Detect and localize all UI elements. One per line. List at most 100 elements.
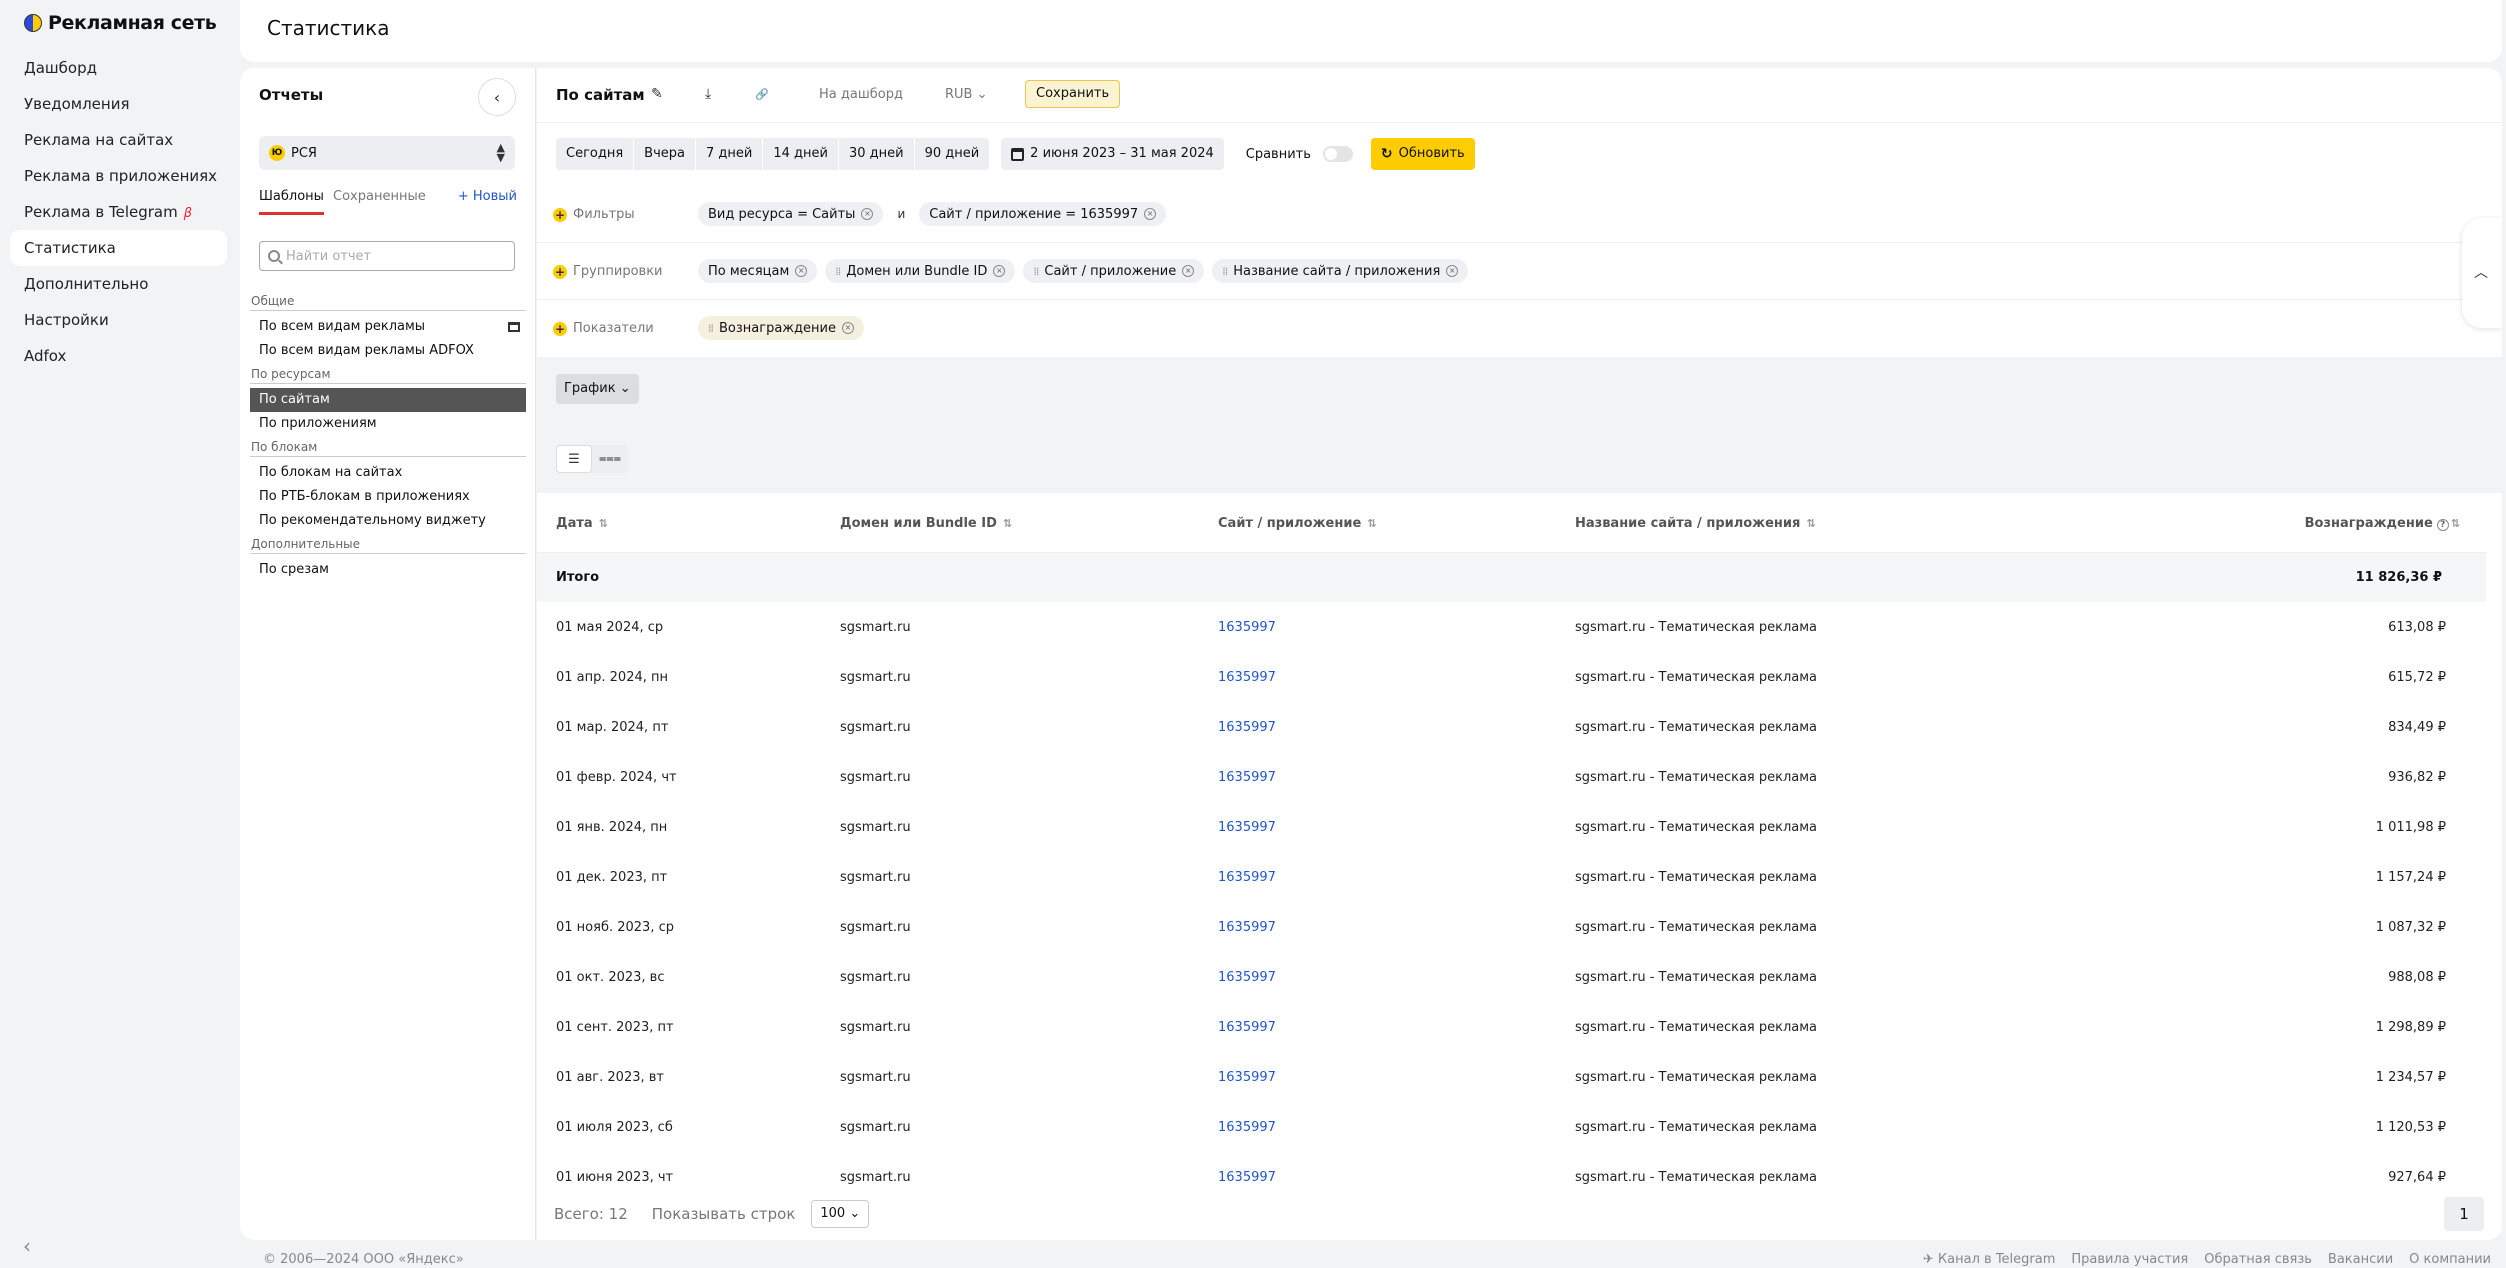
report-item[interactable]: По всем видам рекламы ADFOX xyxy=(250,339,526,363)
add-filter-button[interactable]: + Фильтры xyxy=(553,207,635,222)
footer-link-rules[interactable]: Правила участия xyxy=(2071,1252,2188,1267)
chart-type-select[interactable]: График ⌄ xyxy=(556,374,639,404)
remove-icon[interactable]: × xyxy=(1446,265,1459,277)
sort-icon[interactable]: ⇅ xyxy=(1367,517,1376,530)
remove-icon[interactable]: × xyxy=(1144,208,1157,220)
report-item[interactable]: По срезам xyxy=(250,558,526,582)
nav-item-statistics[interactable]: Статистика xyxy=(10,230,227,266)
nav-item-dashboard[interactable]: Дашборд xyxy=(10,50,227,86)
metric-chip[interactable]: ⁞⁞ Вознаграждение × xyxy=(698,316,864,340)
column-header-date[interactable]: Дата ⇅ xyxy=(537,496,840,553)
site-link[interactable]: 1635997 xyxy=(1218,820,1276,835)
remove-icon[interactable]: × xyxy=(795,265,808,277)
preset-yesterday[interactable]: Вчера xyxy=(634,138,696,170)
refresh-button[interactable]: ↻ Обновить xyxy=(1370,138,1475,170)
site-link[interactable]: 1635997 xyxy=(1218,670,1276,685)
link-icon[interactable]: 🔗 xyxy=(755,88,769,101)
grouping-chip[interactable]: ⁞⁞ Сайт / приложение × xyxy=(1023,259,1205,283)
nav-item-apps-ads[interactable]: Реклама в приложениях xyxy=(10,158,227,194)
column-header-domain[interactable]: Домен или Bundle ID ⇅ xyxy=(840,496,1218,553)
brand[interactable]: Рекламная сеть xyxy=(24,12,217,34)
left-navigation: Рекламная сеть Дашборд Уведомления Рекла… xyxy=(0,0,236,1268)
remove-icon[interactable]: × xyxy=(841,322,854,334)
report-item-active[interactable]: По сайтам xyxy=(250,388,526,412)
report-item[interactable]: По рекомендательному виджету xyxy=(250,509,526,533)
grouping-chip[interactable]: ⁞⁞ Название сайта / приложения × xyxy=(1212,259,1469,283)
column-header-site-name[interactable]: Название сайта / приложения ⇅ xyxy=(1575,496,2175,553)
report-search-input[interactable] xyxy=(286,248,506,264)
edit-icon[interactable]: ✎ xyxy=(651,86,663,102)
remove-icon[interactable]: × xyxy=(1182,265,1195,277)
chevron-down-icon: ⌄ xyxy=(849,1206,861,1221)
filter-chip[interactable]: Вид ресурса = Сайты × xyxy=(698,202,884,226)
to-dashboard-button[interactable]: На дашборд xyxy=(819,87,903,102)
save-button[interactable]: Сохранить xyxy=(1025,80,1121,108)
nav-item-sites-ads[interactable]: Реклама на сайтах xyxy=(10,122,227,158)
column-label: Вознаграждение xyxy=(2304,516,2433,532)
add-grouping-button[interactable]: + Группировки xyxy=(553,264,663,279)
report-item[interactable]: По РТБ-блокам в приложениях xyxy=(250,485,526,509)
remove-icon[interactable]: × xyxy=(861,208,874,220)
drag-handle-icon[interactable]: ⁞⁞ xyxy=(1222,265,1228,278)
site-link[interactable]: 1635997 xyxy=(1218,1120,1276,1135)
nav-item-settings[interactable]: Настройки xyxy=(10,302,227,338)
drag-handle-icon[interactable]: ⁞⁞ xyxy=(708,322,714,335)
sort-icon[interactable]: ⇅ xyxy=(2451,517,2460,530)
preset-14-days[interactable]: 14 дней xyxy=(763,138,839,170)
preset-today[interactable]: Сегодня xyxy=(556,138,635,170)
site-link[interactable]: 1635997 xyxy=(1218,920,1276,935)
report-item[interactable]: По блокам на сайтах xyxy=(250,461,526,485)
site-link[interactable]: 1635997 xyxy=(1218,720,1276,735)
flat-view-icon[interactable]: ☰ xyxy=(556,445,592,473)
column-header-site[interactable]: Сайт / приложение ⇅ xyxy=(1218,496,1575,553)
page-button[interactable]: 1 xyxy=(2444,1197,2484,1231)
site-link[interactable]: 1635997 xyxy=(1218,1170,1276,1185)
nav-item-label: Реклама в Telegram xyxy=(24,203,178,221)
tab-templates[interactable]: Шаблоны xyxy=(259,189,324,215)
sort-icon[interactable]: ⇅ xyxy=(1806,517,1815,530)
site-link[interactable]: 1635997 xyxy=(1218,770,1276,785)
site-link[interactable]: 1635997 xyxy=(1218,870,1276,885)
nav-item-notifications[interactable]: Уведомления xyxy=(10,86,227,122)
footer-link-about[interactable]: О компании xyxy=(2409,1252,2491,1267)
grouping-chip[interactable]: По месяцам × xyxy=(698,259,818,283)
new-report-link[interactable]: + Новый xyxy=(458,189,517,204)
nav-item-adfox[interactable]: Adfox xyxy=(10,338,227,374)
add-metric-button[interactable]: + Показатели xyxy=(553,321,654,336)
sort-icon[interactable]: ⇅ xyxy=(1003,517,1012,530)
drag-handle-icon[interactable]: ⁞⁞ xyxy=(835,265,841,278)
sort-icon[interactable]: ⇅ xyxy=(599,517,608,530)
preset-30-days[interactable]: 30 дней xyxy=(839,138,915,170)
collapse-reports-button[interactable]: ‹ xyxy=(478,78,516,116)
dashboard-icon[interactable] xyxy=(508,322,520,332)
nav-item-additional[interactable]: Дополнительно xyxy=(10,266,227,302)
drag-handle-icon[interactable]: ⁞⁞ xyxy=(1033,265,1039,278)
collapse-nav-icon[interactable]: ‹ xyxy=(23,1234,31,1258)
footer-link-feedback[interactable]: Обратная связь xyxy=(2204,1252,2312,1267)
tree-view-icon[interactable]: ⩶ xyxy=(592,445,628,473)
report-item[interactable]: По всем видам рекламы xyxy=(250,315,526,339)
download-icon[interactable]: ⤓ xyxy=(705,86,711,102)
site-link[interactable]: 1635997 xyxy=(1218,1070,1276,1085)
tab-saved[interactable]: Сохраненные xyxy=(333,189,426,212)
compare-toggle[interactable] xyxy=(1322,146,1353,162)
help-icon[interactable]: ? xyxy=(2436,519,2449,532)
nav-item-telegram-ads[interactable]: Реклама в Telegram β xyxy=(10,194,227,230)
site-link[interactable]: 1635997 xyxy=(1218,970,1276,985)
currency-select[interactable]: RUB ⌄ xyxy=(945,87,988,102)
report-item[interactable]: По приложениям xyxy=(250,412,526,436)
date-range-picker[interactable]: 2 июня 2023 – 31 мая 2024 xyxy=(1001,138,1224,170)
column-header-reward[interactable]: Вознаграждение? ⇅ xyxy=(2175,496,2486,553)
footer-link-jobs[interactable]: Вакансии xyxy=(2328,1252,2393,1267)
rows-per-page-select[interactable]: 100 ⌄ xyxy=(811,1200,870,1228)
account-select[interactable]: Ю РСЯ ▲ ▼ xyxy=(259,136,515,170)
footer-link-telegram[interactable]: ✈ Канал в Telegram xyxy=(1923,1252,2056,1267)
collapse-filters-button[interactable]: ︿ xyxy=(2462,218,2502,328)
preset-7-days[interactable]: 7 дней xyxy=(696,138,764,170)
site-link[interactable]: 1635997 xyxy=(1218,1020,1276,1035)
filter-chip[interactable]: Сайт / приложение = 1635997 × xyxy=(919,202,1167,226)
preset-90-days[interactable]: 90 дней xyxy=(915,138,990,170)
grouping-chip[interactable]: ⁞⁞ Домен или Bundle ID × xyxy=(825,259,1016,283)
remove-icon[interactable]: × xyxy=(993,265,1006,277)
site-link[interactable]: 1635997 xyxy=(1218,620,1276,635)
